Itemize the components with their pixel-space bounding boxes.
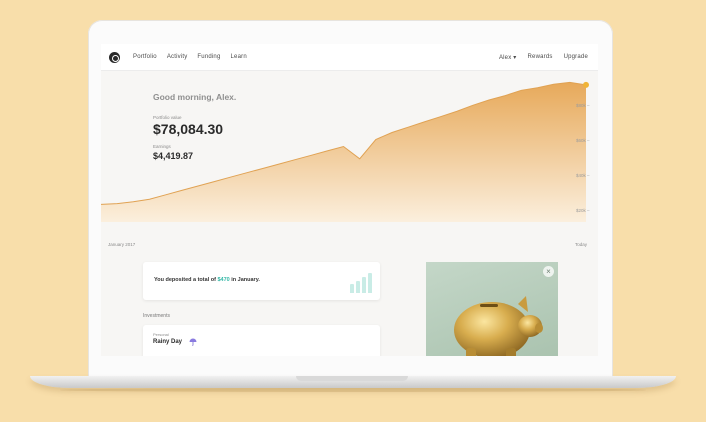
portfolio-value-label: Portfolio value (153, 115, 182, 120)
app-screen: Portfolio Activity Funding Learn Alex ▾ … (101, 44, 598, 356)
deposit-amount: $470 (217, 277, 230, 283)
y-tick-label: $40k – (576, 173, 590, 178)
y-tick-label: $60k – (576, 138, 590, 143)
mini-bar (350, 284, 354, 293)
umbrella-icon (189, 338, 197, 346)
laptop-shadow (60, 388, 646, 392)
top-navbar: Portfolio Activity Funding Learn Alex ▾ … (101, 44, 598, 71)
laptop-notch (296, 376, 408, 381)
y-tick-label: $20k – (576, 208, 590, 213)
chart-end-marker[interactable] (583, 81, 589, 88)
piggy-bank-icon (454, 296, 543, 356)
greeting-text: Good morning, Alex. (153, 92, 237, 102)
investment-tag: Personal (153, 332, 169, 337)
mini-bar (362, 277, 366, 293)
nav-upgrade[interactable]: Upgrade (564, 54, 588, 60)
account-menu[interactable]: Alex ▾ (499, 54, 517, 61)
deposit-text-before: You deposited a total of (154, 277, 218, 283)
nav-rewards[interactable]: Rewards (528, 54, 553, 60)
close-icon[interactable]: × (543, 266, 554, 277)
mini-bar (368, 273, 372, 293)
investments-heading: Investments (143, 313, 170, 319)
investment-name: Rainy Day (153, 339, 183, 345)
y-tick-label: $80k – (576, 103, 590, 108)
deposit-text-after: in January. (229, 277, 260, 283)
nav-right-group: Alex ▾ Rewards Upgrade (488, 54, 598, 61)
mini-bar (356, 281, 360, 293)
earnings-value: $4,419.87 (153, 151, 194, 161)
nav-activity[interactable]: Activity (167, 54, 188, 60)
nav-learn[interactable]: Learn (231, 54, 247, 60)
investment-card[interactable]: Personal Rainy Day (143, 325, 380, 356)
x-end-label: Today (575, 242, 588, 247)
nav-portfolio[interactable]: Portfolio (133, 54, 157, 60)
nav-funding[interactable]: Funding (197, 54, 220, 60)
deposit-summary-card[interactable]: You deposited a total of $470 in January… (143, 262, 380, 300)
x-start-label: January 2017 (108, 242, 136, 247)
earnings-label: Earnings (153, 144, 171, 149)
logo-icon[interactable] (109, 51, 120, 63)
bar-chart-icon (350, 269, 372, 293)
portfolio-value: $78,084.30 (153, 121, 224, 137)
deposit-summary-text: You deposited a total of $470 in January… (154, 277, 260, 283)
promo-card[interactable]: × (426, 262, 558, 356)
